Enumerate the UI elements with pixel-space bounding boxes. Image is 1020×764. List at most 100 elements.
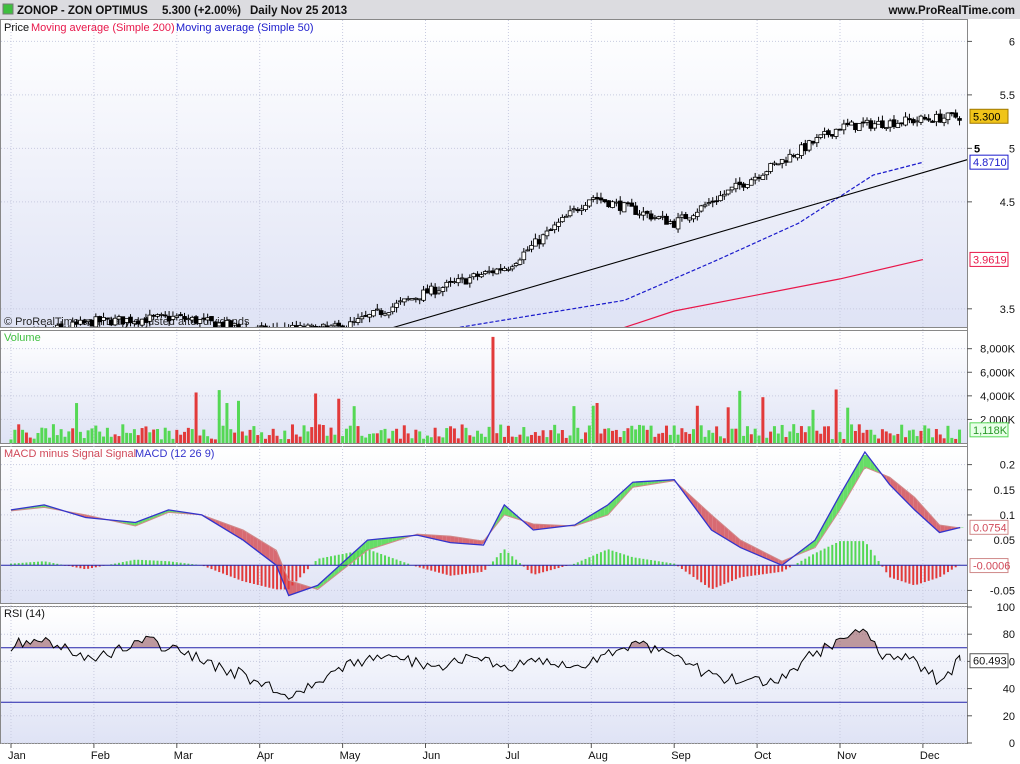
- candle-body: [671, 220, 677, 228]
- candle-body: [413, 297, 419, 300]
- macd-hist-bar: [692, 565, 695, 577]
- y-tick-label: 3.5: [1000, 304, 1015, 316]
- candle-body: [502, 267, 507, 272]
- macd-hist-bar: [900, 565, 903, 582]
- volume-bar: [695, 405, 699, 443]
- volume-bar: [387, 438, 391, 443]
- candle-body: [633, 205, 638, 215]
- volume-bar: [290, 424, 294, 443]
- macd-hist-bar: [457, 565, 460, 575]
- candle-body: [856, 123, 862, 131]
- candle-body: [93, 316, 99, 327]
- macd-hist-bar: [630, 556, 633, 566]
- candle-body: [275, 328, 279, 331]
- volume-bar: [456, 438, 460, 443]
- macd-hist-bar: [935, 565, 938, 579]
- macd-hist-bar: [380, 554, 383, 566]
- macd-hist-bar: [908, 565, 911, 584]
- macd-hist-bar: [337, 554, 340, 566]
- candle-body: [151, 314, 156, 317]
- y-tick-label: 5.5: [1000, 90, 1015, 102]
- macd-hist-bar: [742, 565, 745, 577]
- macd-hist-bar: [761, 565, 764, 575]
- candle-body: [463, 278, 469, 285]
- stock-chart[interactable]: ZONOP - ZON OPTIMUS 5.300 (+2.00%) Daily…: [0, 0, 1020, 764]
- volume-bar: [163, 427, 167, 443]
- candle-body: [197, 319, 203, 324]
- candle-body: [845, 122, 851, 126]
- legend-volume: Volume: [4, 332, 41, 344]
- macd-hist-bar: [599, 552, 602, 566]
- volume-bar: [352, 406, 356, 443]
- candle-body: [120, 316, 126, 325]
- candle-body: [833, 128, 839, 137]
- volume-bar: [541, 430, 545, 443]
- volume-bar: [896, 433, 900, 443]
- volume-bar: [537, 435, 541, 443]
- volume-bar: [225, 403, 229, 443]
- volume-bar: [156, 428, 160, 443]
- volume-bar: [256, 435, 260, 443]
- macd-hist-bar: [530, 565, 533, 574]
- volume-bar: [483, 436, 487, 443]
- candle-body: [617, 200, 623, 211]
- macd-hist-bar: [800, 560, 803, 566]
- candle-body: [679, 214, 685, 218]
- volume-bar: [279, 439, 283, 443]
- volume-bar: [931, 437, 935, 443]
- volume-bar: [892, 435, 896, 443]
- candle-body: [236, 324, 241, 327]
- macd-hist-bar: [734, 565, 737, 580]
- volume-bar: [850, 424, 854, 443]
- volume-bar: [734, 428, 738, 443]
- volume-bar: [954, 438, 958, 443]
- volume-bar: [510, 436, 514, 443]
- macd-hist-bar: [449, 565, 452, 576]
- price-panel[interactable]: [0, 19, 968, 328]
- candle-body: [664, 215, 669, 225]
- volume-bar: [684, 432, 688, 443]
- candle-body: [170, 315, 176, 320]
- macd-panel[interactable]: [0, 446, 968, 604]
- volume-bar: [337, 398, 341, 443]
- volume-bar: [634, 429, 638, 443]
- macd-hist-bar: [542, 565, 545, 573]
- volume-bar: [86, 430, 90, 443]
- rsi-panel[interactable]: [0, 606, 968, 744]
- macd-hist-bar: [268, 565, 271, 588]
- status-square-icon: [2, 3, 14, 15]
- volume-bar: [171, 438, 175, 443]
- volume-bar: [136, 435, 140, 443]
- volume-bar: [437, 436, 441, 443]
- macd-hist-bar: [391, 558, 394, 566]
- candle-body: [590, 197, 596, 200]
- candle-body: [610, 201, 615, 208]
- svg-text:0.0754: 0.0754: [973, 522, 1007, 534]
- candle-body: [575, 209, 581, 212]
- candle-body: [220, 321, 226, 327]
- volume-bar: [441, 437, 445, 443]
- candle-body: [159, 314, 164, 316]
- y-tick-label: 4.5: [1000, 197, 1015, 209]
- volume-bar: [676, 434, 680, 443]
- volume-bar: [664, 425, 668, 443]
- website-link[interactable]: www.ProRealTime.com: [887, 5, 1015, 17]
- volume-bar: [584, 432, 588, 443]
- macd-hist-bar: [472, 565, 475, 573]
- macd-hist-bar: [534, 565, 537, 575]
- candle-body: [675, 217, 681, 230]
- volume-bar: [815, 430, 819, 443]
- candle-body: [560, 217, 565, 223]
- candle-body: [332, 323, 338, 327]
- volume-bar: [514, 436, 518, 443]
- macd-hist-bar: [83, 565, 86, 570]
- volume-bar: [742, 435, 746, 443]
- volume-bar: [391, 430, 395, 443]
- candle-body: [745, 184, 750, 188]
- macd-hist-bar: [623, 554, 626, 566]
- candle-body: [625, 202, 631, 205]
- macd-hist-bar: [688, 565, 691, 575]
- volume-bar: [603, 428, 607, 443]
- volume-bar: [591, 405, 595, 443]
- macd-hist-bar: [892, 565, 895, 579]
